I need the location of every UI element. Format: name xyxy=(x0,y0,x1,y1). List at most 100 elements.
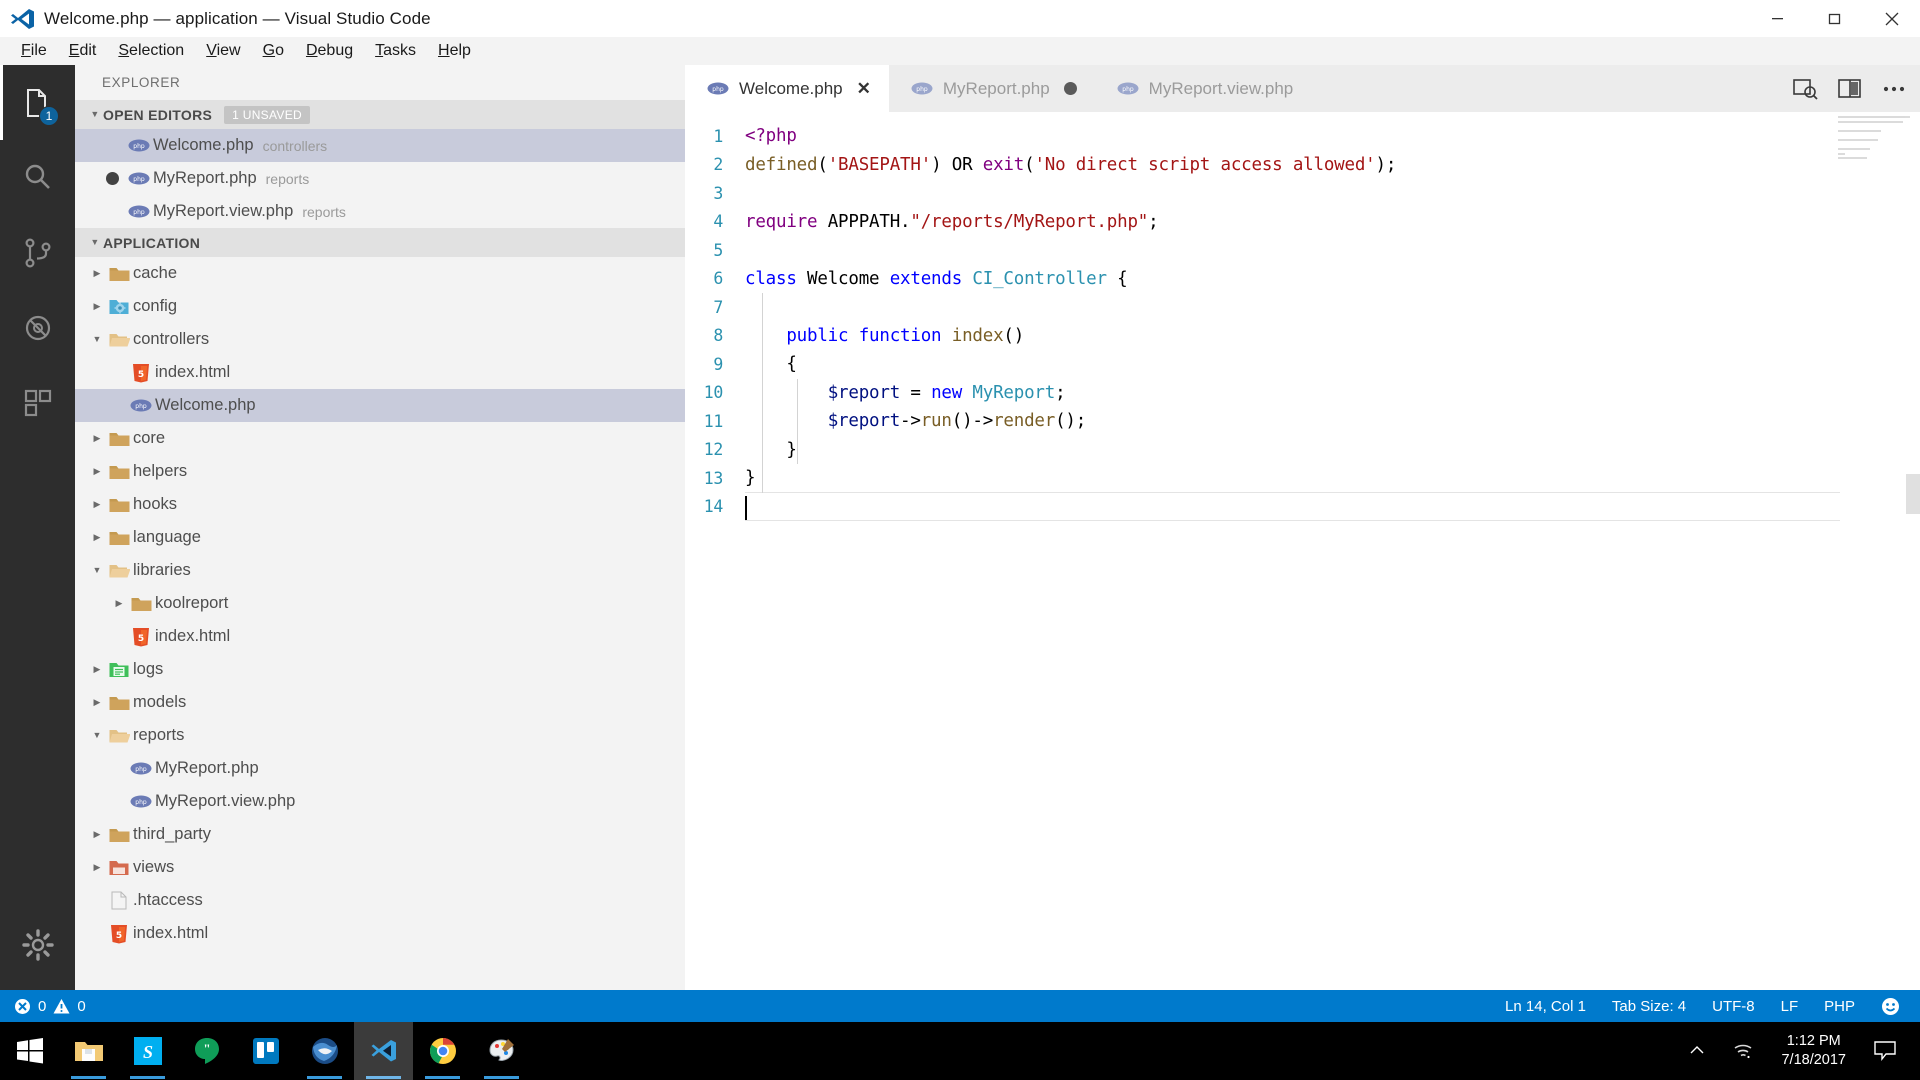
code-line[interactable]: 2defined('BASEPATH') OR exit('No direct … xyxy=(685,151,1920,180)
tree-item-libraries[interactable]: ▼libraries xyxy=(75,554,685,587)
open-editor-welcome-php[interactable]: php Welcome.php controllers xyxy=(75,129,685,162)
chevron-right-icon[interactable]: ▶ xyxy=(89,434,105,443)
activity-extensions[interactable] xyxy=(0,365,75,440)
start-button[interactable] xyxy=(0,1022,59,1080)
menu-file[interactable]: File xyxy=(10,39,58,63)
chevron-down-icon[interactable]: ▼ xyxy=(89,731,105,740)
chevron-right-icon[interactable]: ▶ xyxy=(89,533,105,542)
menu-go[interactable]: Go xyxy=(252,39,295,63)
tree-item-myreport-view-php[interactable]: phpMyReport.view.php xyxy=(75,785,685,818)
chevron-right-icon[interactable]: ▶ xyxy=(89,302,105,311)
scrollbar-vertical[interactable] xyxy=(1906,474,1920,514)
taskbar-thunderbird[interactable] xyxy=(295,1022,354,1080)
status-language-mode[interactable]: PHP xyxy=(1824,998,1855,1015)
clock[interactable]: 1:12 PM 7/18/2017 xyxy=(1767,1032,1860,1070)
menu-help[interactable]: Help xyxy=(427,39,482,63)
chevron-right-icon[interactable]: ▶ xyxy=(89,863,105,872)
tree-item-index-html[interactable]: 5index.html xyxy=(75,620,685,653)
tree-item-htaccess[interactable]: .htaccess xyxy=(75,884,685,917)
menu-tasks[interactable]: Tasks xyxy=(364,39,427,63)
status-eol[interactable]: LF xyxy=(1781,998,1799,1015)
chevron-right-icon[interactable]: ▶ xyxy=(89,665,105,674)
chevron-right-icon[interactable]: ▶ xyxy=(111,599,127,608)
taskbar-hangouts[interactable]: " xyxy=(177,1022,236,1080)
status-warnings[interactable]: 0 xyxy=(53,998,85,1015)
taskbar-file-explorer[interactable] xyxy=(59,1022,118,1080)
close-button[interactable] xyxy=(1863,0,1920,37)
section-open-editors[interactable]: ▼ OPEN EDITORS 1 UNSAVED xyxy=(75,100,685,129)
tree-item-logs[interactable]: ▶logs xyxy=(75,653,685,686)
taskbar-trello[interactable] xyxy=(236,1022,295,1080)
code-editor[interactable]: 1<?php2defined('BASEPATH') OR exit('No d… xyxy=(685,112,1920,990)
activity-debug[interactable] xyxy=(0,290,75,365)
chevron-right-icon[interactable]: ▶ xyxy=(89,500,105,509)
smiley-icon[interactable] xyxy=(1881,997,1900,1016)
code-line[interactable]: 10 $report = new MyReport; xyxy=(685,379,1920,408)
activity-explorer[interactable]: 1 xyxy=(0,65,75,140)
close-icon[interactable]: ✕ xyxy=(857,80,871,97)
tree-item-config[interactable]: ▶config xyxy=(75,290,685,323)
chevron-down-icon[interactable]: ▼ xyxy=(89,335,105,344)
code-line[interactable]: 11 $report->run()->render(); xyxy=(685,407,1920,436)
menu-edit[interactable]: Edit xyxy=(58,39,108,63)
tree-item-core[interactable]: ▶core xyxy=(75,422,685,455)
code-line[interactable]: 8 public function index() xyxy=(685,322,1920,351)
speech-bubble-icon[interactable] xyxy=(1860,1041,1910,1061)
tree-item-third-party[interactable]: ▶third_party xyxy=(75,818,685,851)
chevron-down-icon[interactable]: ▼ xyxy=(89,566,105,575)
open-editor-myreport-view-php[interactable]: php MyReport.view.php reports xyxy=(75,195,685,228)
section-application[interactable]: ▼ APPLICATION xyxy=(75,228,685,257)
activity-search[interactable] xyxy=(0,140,75,215)
chevron-right-icon[interactable]: ▶ xyxy=(89,467,105,476)
tree-item-koolreport[interactable]: ▶koolreport xyxy=(75,587,685,620)
split-editor-icon[interactable] xyxy=(1838,78,1862,100)
chevron-right-icon[interactable]: ▶ xyxy=(89,830,105,839)
tree-item-views[interactable]: ▶views xyxy=(75,851,685,884)
chevron-right-icon[interactable]: ▶ xyxy=(89,698,105,707)
tree-item-language[interactable]: ▶language xyxy=(75,521,685,554)
code-line[interactable]: 13} xyxy=(685,464,1920,493)
tab-myreport-view-php[interactable]: php MyReport.view.php xyxy=(1095,65,1312,112)
tree-item-models[interactable]: ▶models xyxy=(75,686,685,719)
tab-myreport-php[interactable]: php MyReport.php xyxy=(889,65,1095,112)
tree-item-myreport-php[interactable]: phpMyReport.php xyxy=(75,752,685,785)
more-actions-icon[interactable] xyxy=(1882,78,1906,100)
code-line[interactable]: 3 xyxy=(685,179,1920,208)
maximize-button[interactable] xyxy=(1806,0,1863,37)
chevron-up-icon[interactable] xyxy=(1675,1043,1719,1059)
tab-welcome-php[interactable]: php Welcome.php ✕ xyxy=(685,65,889,112)
open-preview-icon[interactable] xyxy=(1793,78,1818,100)
tree-item-index-html[interactable]: 5index.html xyxy=(75,917,685,950)
code-line[interactable]: 9 { xyxy=(685,350,1920,379)
activity-source-control[interactable] xyxy=(0,215,75,290)
status-errors[interactable]: 0 xyxy=(14,998,46,1015)
code-line[interactable]: 6class Welcome extends CI_Controller { xyxy=(685,265,1920,294)
open-editor-myreport-php[interactable]: php MyReport.php reports xyxy=(75,162,685,195)
tree-item-reports[interactable]: ▼reports xyxy=(75,719,685,752)
status-tab-size[interactable]: Tab Size: 4 xyxy=(1612,998,1686,1015)
tree-item-hooks[interactable]: ▶hooks xyxy=(75,488,685,521)
code-line[interactable]: 7 xyxy=(685,293,1920,322)
taskbar-skype[interactable]: S xyxy=(118,1022,177,1080)
unsaved-indicator[interactable] xyxy=(1064,82,1077,95)
menu-debug[interactable]: Debug xyxy=(295,39,364,63)
code-line[interactable]: 1<?php xyxy=(685,122,1920,151)
status-encoding[interactable]: UTF-8 xyxy=(1712,998,1755,1015)
menu-selection[interactable]: Selection xyxy=(107,39,195,63)
unsaved-indicator[interactable] xyxy=(106,172,119,185)
taskbar-paint[interactable] xyxy=(472,1022,531,1080)
wifi-icon[interactable] xyxy=(1719,1042,1767,1060)
code-line[interactable]: 4require APPPATH."/reports/MyReport.php"… xyxy=(685,208,1920,237)
code-line[interactable]: 12 } xyxy=(685,436,1920,465)
tree-item-welcome-php[interactable]: phpWelcome.php xyxy=(75,389,685,422)
tree-item-helpers[interactable]: ▶helpers xyxy=(75,455,685,488)
activity-manage[interactable] xyxy=(0,907,75,982)
tree-item-controllers[interactable]: ▼controllers xyxy=(75,323,685,356)
minimize-button[interactable] xyxy=(1749,0,1806,37)
code-line[interactable]: 14 xyxy=(685,493,1920,522)
tree-item-index-html[interactable]: 5index.html xyxy=(75,356,685,389)
status-cursor-position[interactable]: Ln 14, Col 1 xyxy=(1505,998,1586,1015)
taskbar-google-chrome[interactable] xyxy=(413,1022,472,1080)
taskbar-visual-studio-code[interactable] xyxy=(354,1022,413,1080)
menu-view[interactable]: View xyxy=(195,39,251,63)
